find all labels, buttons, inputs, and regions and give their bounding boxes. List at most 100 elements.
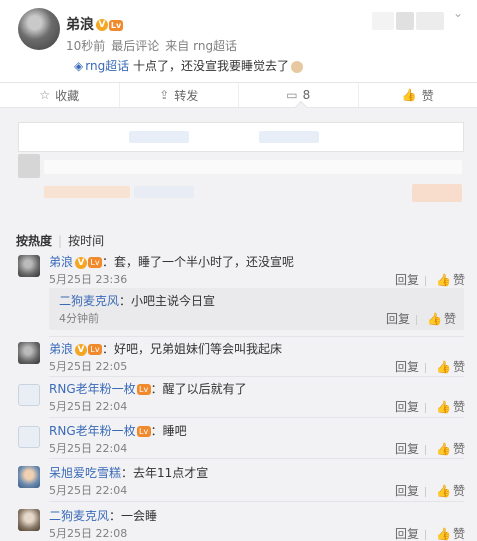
post-content: ◈ rng超话 十点了，还没宣我要睡觉去了 xyxy=(74,57,304,74)
comment-time: 5月25日 22:04 xyxy=(49,400,128,413)
comment-body: 弟浪 V Lv ：好吧，兄弟姐妹们等会叫我起床 xyxy=(49,340,282,357)
post-source[interactable]: 来自 rng超话 xyxy=(165,39,237,53)
commenter-avatar[interactable] xyxy=(18,509,40,531)
commenter-name[interactable]: 弟浪 xyxy=(49,342,73,356)
like-button[interactable]: 赞 xyxy=(453,360,465,374)
like-button[interactable]: 赞 xyxy=(453,527,465,541)
reply-button[interactable]: 回复 xyxy=(395,400,419,414)
chevron-down-icon[interactable]: ⌄ xyxy=(453,6,463,20)
blurred-region xyxy=(129,131,189,143)
sort-by-hot[interactable]: 按热度 xyxy=(16,234,52,248)
comment-text: ：好吧，兄弟姐妹们等会叫我起床 xyxy=(102,342,283,356)
blurred-region xyxy=(412,184,462,202)
comment-time: 5月25日 22:05 xyxy=(49,360,128,373)
action-divider xyxy=(425,444,427,455)
sub-reply: 二狗麦克风：小吧主说今日宣 4分钟前 回复 👍 赞 xyxy=(49,288,464,330)
comment-body: 呆旭爱吃雪糕：去年11点才宣 xyxy=(49,464,208,481)
like-label: 赞 xyxy=(421,88,434,103)
sort-separator: | xyxy=(58,234,63,248)
post-last-comment: 最后评论 xyxy=(111,39,160,53)
repost-button[interactable]: ⇪ 转发 xyxy=(120,83,239,107)
comment-count: 8 xyxy=(302,88,311,102)
commenter-avatar[interactable] xyxy=(18,384,40,406)
commenter-name[interactable]: 二狗麦克风 xyxy=(49,509,109,523)
divider xyxy=(49,336,464,337)
like-button[interactable]: 赞 xyxy=(444,312,456,326)
like-button[interactable]: 赞 xyxy=(453,400,465,414)
like-button[interactable]: 赞 xyxy=(453,442,465,456)
thumbs-up-icon[interactable]: 👍 xyxy=(436,442,451,456)
divider xyxy=(49,501,464,502)
verified-icon: V xyxy=(96,19,108,31)
commenter-name[interactable]: 呆旭爱吃雪糕 xyxy=(49,466,121,480)
comment-body: 弟浪 V Lv ：套，睡了一个半小时了，还没宣呢 xyxy=(49,253,294,270)
comment-body: RNG老年粉一枚 Lv ：睡吧 xyxy=(49,422,187,439)
repost-label: 转发 xyxy=(174,88,199,103)
commenter-name[interactable]: RNG老年粉一枚 xyxy=(49,382,136,396)
thumbs-up-icon: 👍 xyxy=(401,88,417,102)
level-badge-icon: Lv xyxy=(136,426,151,437)
blurred-region xyxy=(44,186,130,198)
reply-button[interactable]: 回复 xyxy=(386,312,410,326)
commenter-name[interactable]: RNG老年粉一枚 xyxy=(49,424,136,438)
sort-by-time[interactable]: 按时间 xyxy=(68,234,104,248)
reply-button[interactable]: 回复 xyxy=(395,484,419,498)
level-badge-icon: Lv xyxy=(88,344,103,355)
commenter-avatar[interactable] xyxy=(18,426,40,448)
sub-reply-name[interactable]: 二狗麦克风 xyxy=(59,294,119,308)
reply-button[interactable]: 回复 xyxy=(395,442,419,456)
commenter-avatar[interactable] xyxy=(18,466,40,488)
comment-text: ：去年11点才宣 xyxy=(121,466,209,480)
action-divider xyxy=(425,529,427,540)
post-text: 十点了，还没宣我要睡觉去了 xyxy=(133,59,290,73)
comment-actions: 回复 👍 赞 xyxy=(395,271,465,288)
favorite-button[interactable]: ☆ 收藏 xyxy=(0,83,120,107)
comment-body: 二狗麦克风：一会睡 xyxy=(49,507,157,524)
comment-body: RNG老年粉一枚 Lv ：醒了以后就有了 xyxy=(49,380,247,397)
reply-button[interactable]: 回复 xyxy=(395,527,419,541)
commenter-avatar[interactable] xyxy=(18,342,40,364)
supertopic-link[interactable]: rng超话 xyxy=(85,59,129,73)
comment-actions: 回复 👍 赞 xyxy=(395,358,465,375)
reply-button[interactable]: 回复 xyxy=(395,273,419,287)
action-divider xyxy=(425,275,427,286)
blurred-avatar xyxy=(18,154,40,178)
thumbs-up-icon[interactable]: 👍 xyxy=(427,312,442,326)
reply-button[interactable]: 回复 xyxy=(395,360,419,374)
comment-sort-bar: 按热度 | 按时间 xyxy=(16,232,114,249)
like-button[interactable]: 赞 xyxy=(453,484,465,498)
verified-icon: V xyxy=(75,343,88,356)
commenter-avatar[interactable] xyxy=(18,255,40,277)
comment-text: ：套，睡了一个半小时了，还没宣呢 xyxy=(102,255,295,269)
thumbs-up-icon[interactable]: 👍 xyxy=(436,527,451,541)
author-avatar[interactable] xyxy=(18,8,60,50)
thumbs-up-icon[interactable]: 👍 xyxy=(436,484,451,498)
post-header: 弟浪 V Lv 10秒前 最后评论 来自 rng超话 ◈ rng超话 十点了，还没宣我要睡… xyxy=(0,0,477,82)
like-button[interactable]: 赞 xyxy=(453,273,465,287)
commenter-name[interactable]: 弟浪 xyxy=(49,255,73,269)
post-time[interactable]: 10秒前 xyxy=(66,39,105,53)
divider xyxy=(49,376,464,377)
comment-input[interactable] xyxy=(18,122,464,152)
thumbs-up-icon[interactable]: 👍 xyxy=(436,273,451,287)
author-name[interactable]: 弟浪 V Lv xyxy=(66,14,123,34)
like-button[interactable]: 👍 赞 xyxy=(359,83,477,107)
action-divider xyxy=(425,486,427,497)
comment-actions: 回复 👍 赞 xyxy=(395,525,465,541)
comment-text: ：醒了以后就有了 xyxy=(150,382,247,396)
action-divider xyxy=(425,362,427,373)
comment-section: 按热度 | 按时间 弟浪 V Lv ：套，睡了一个半小时了，还没宣呢 5月25日 23:3… xyxy=(0,108,477,541)
comment-time: 5月25日 23:36 xyxy=(49,273,128,286)
thumbs-up-icon[interactable]: 👍 xyxy=(436,360,451,374)
comment-text: ：一会睡 xyxy=(109,509,158,523)
sub-reply-time: 4分钟前 xyxy=(59,312,99,325)
comment-time: 5月25日 22:04 xyxy=(49,484,128,497)
comment-time: 5月25日 22:08 xyxy=(49,527,128,540)
thumbs-up-icon[interactable]: 👍 xyxy=(436,400,451,414)
level-badge-icon: Lv xyxy=(136,384,151,395)
sub-reply-body: 二狗麦克风：小吧主说今日宣 xyxy=(59,292,215,309)
comment-actions: 回复 👍 赞 xyxy=(395,482,465,499)
comment-time: 5月25日 22:04 xyxy=(49,442,128,455)
comment-text: ：睡吧 xyxy=(150,424,187,438)
author-name-text[interactable]: 弟浪 xyxy=(66,17,94,33)
